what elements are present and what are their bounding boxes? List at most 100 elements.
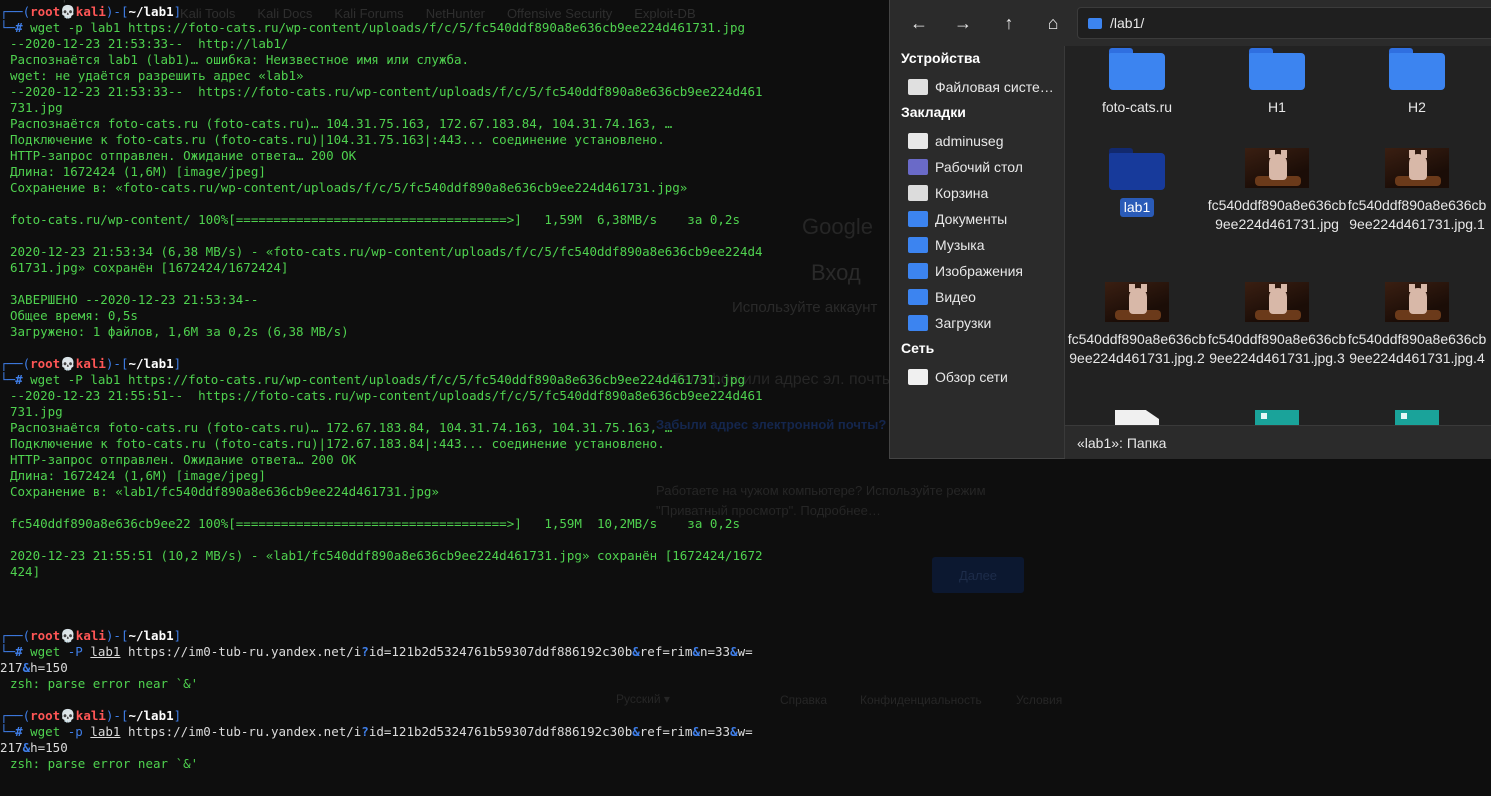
file-name: fc540ddf890a8e636cb9ee224d461731.jpg xyxy=(1207,196,1347,234)
sidebar-item-bookmark[interactable]: Загрузки xyxy=(908,312,1058,334)
prompt-user: root xyxy=(30,708,61,723)
file-item[interactable]: fc540ddf890a8e636cb9ee224d461731.jpg.2 xyxy=(1067,282,1207,368)
terminal-line: 61731.jpg» сохранён [1672424/1672424] xyxy=(10,260,288,276)
command-token: -p xyxy=(67,724,83,739)
file-grid[interactable]: foto-cats.ru H1 H2 lab1 fc540ddf890a8e636cb9… xyxy=(1065,46,1491,425)
sidebar-item-bookmark[interactable]: Видео xyxy=(908,286,1058,308)
command-token: & xyxy=(692,644,700,659)
output-text: Общее время: 0,5s xyxy=(10,308,138,323)
sidebar-item-label: Документы xyxy=(935,211,1008,227)
skull-icon: 💀 xyxy=(60,628,76,643)
sidebar-item-bookmark[interactable]: adminuseg xyxy=(908,130,1058,152)
terminal-line: 2020-12-23 21:53:34 (6,38 MB/s) - «foto-… xyxy=(10,244,763,260)
command-token: w= xyxy=(737,644,753,659)
sidebar-item-bookmark[interactable]: Корзина xyxy=(908,182,1058,204)
file-item[interactable]: fc540ddf890a8e636cb9ee224d461731.jpg.4 xyxy=(1347,282,1487,368)
image-thumbnail-icon xyxy=(1385,148,1449,188)
terminal-line: HTTP-запрос отправлен. Ожидание ответа… … xyxy=(10,452,356,468)
folder-item[interactable]: foto-cats.ru xyxy=(1067,48,1207,117)
sidebar-item-device[interactable]: Файловая систе… xyxy=(908,76,1058,98)
sidebar-item-label: Видео xyxy=(935,289,976,305)
status-text: «lab1»: Папка xyxy=(1077,434,1167,451)
sidebar-item-bookmark[interactable]: Документы xyxy=(908,208,1058,230)
command-token: w= xyxy=(737,724,753,739)
location-bar[interactable]: /lab1/ xyxy=(1077,7,1491,39)
file-item-partial[interactable] xyxy=(1347,410,1487,425)
command-token: id=121b2d5324761b59307ddf886192c30b xyxy=(368,644,633,659)
terminal-line: └─# wget -p lab1 https://foto-cats.ru/wp… xyxy=(0,20,745,36)
home-icon[interactable]: ⌂ xyxy=(1038,8,1068,38)
terminal-line: 424] xyxy=(10,564,40,580)
folder-icon xyxy=(1109,148,1165,190)
home-folder-icon xyxy=(908,133,928,149)
folder-item[interactable]: H2 xyxy=(1347,48,1487,117)
trash-icon xyxy=(908,185,928,201)
folder-icon xyxy=(1249,48,1305,90)
output-text: --2020-12-23 21:55:51-- https://foto-cat… xyxy=(10,388,763,403)
terminal-line: Длина: 1672424 (1,6M) [image/jpeg] xyxy=(10,468,266,484)
sidebar-item-bookmark[interactable]: Изображения xyxy=(908,260,1058,282)
prompt-user: root xyxy=(30,356,61,371)
terminal-line: ┌──(root💀kali)-[~/lab1] xyxy=(0,708,181,724)
prompt-hash: # xyxy=(15,372,31,387)
file-item[interactable]: fc540ddf890a8e636cb9ee224d461731.jpg.3 xyxy=(1207,282,1347,368)
sidebar-item-bookmark[interactable]: Музыка xyxy=(908,234,1058,256)
terminal-window[interactable]: zsh: parse error near `&' ┌──(root💀kali)-… xyxy=(0,0,890,796)
command-token: h=150 xyxy=(30,740,68,755)
output-text: --2020-12-23 21:53:33-- https://foto-cat… xyxy=(10,84,763,99)
command-token: & xyxy=(730,724,738,739)
folder-item[interactable]: H1 xyxy=(1207,48,1347,117)
output-text: HTTP-запрос отправлен. Ожидание ответа… … xyxy=(10,148,357,163)
sidebar-item-network[interactable]: Обзор сети xyxy=(908,366,1058,388)
up-arrow-icon[interactable]: ↑ xyxy=(994,8,1024,38)
terminal-line: --2020-12-23 21:53:33-- https://foto-cat… xyxy=(10,84,763,100)
file-name: fc540ddf890a8e636cb9ee224d461731.jpg.4 xyxy=(1347,330,1487,368)
command-token: ref=rim xyxy=(639,644,693,659)
terminal-line-text: zsh: parse error near `&' xyxy=(10,0,213,3)
prompt-corner: ┌──( xyxy=(0,4,31,19)
file-name: fc540ddf890a8e636cb9ee224d461731.jpg.1 xyxy=(1347,196,1487,234)
skull-icon: 💀 xyxy=(60,4,76,19)
command-token: & xyxy=(730,644,738,659)
file-name-text: fc540ddf890a8e636cb9ee224d461731.jpg.3 xyxy=(1207,331,1347,366)
forward-arrow-icon[interactable]: → xyxy=(948,8,978,38)
output-text: Длина: 1672424 (1,6M) [image/jpeg] xyxy=(10,164,266,179)
output-text: HTTP-запрос отправлен. Ожидание ответа… … xyxy=(10,452,357,467)
terminal-line: ЗАВЕРШЕНО --2020-12-23 21:53:34-- xyxy=(10,292,258,308)
prompt-corner: ┌──( xyxy=(0,628,31,643)
pictures-icon xyxy=(908,263,928,279)
file-item-partial[interactable] xyxy=(1207,410,1347,425)
skull-icon: 💀 xyxy=(60,356,76,371)
prompt-corner: └─ xyxy=(0,724,16,739)
sidebar-item-label: adminuseg xyxy=(935,133,1004,149)
terminal-line: Распознаётся foto-cats.ru (foto-cats.ru)… xyxy=(10,116,672,132)
sidebar-item-bookmark[interactable]: Рабочий стол xyxy=(908,156,1058,178)
output-text: zsh: parse error near `&' xyxy=(10,756,199,771)
file-name: lab1 xyxy=(1067,198,1207,217)
prompt-user: root xyxy=(30,4,61,19)
file-item[interactable]: fc540ddf890a8e636cb9ee224d461731.jpg.1 xyxy=(1347,148,1487,234)
file-name-text: fc540ddf890a8e636cb9ee224d461731.jpg xyxy=(1207,197,1347,232)
terminal-line: foto-cats.ru/wp-content/ 100%[==========… xyxy=(10,212,740,228)
prompt-close: ] xyxy=(173,708,182,723)
terminal-line: zsh: parse error near `&' xyxy=(10,676,198,692)
prompt-sep: )-[ xyxy=(105,4,129,19)
command-token: https://im0-tub-ru.yandex.net/i xyxy=(128,724,362,739)
command-text: wget -p lab1 https://foto-cats.ru/wp-con… xyxy=(30,20,746,35)
terminal-line: --2020-12-23 21:53:33-- http://lab1/ xyxy=(10,36,288,52)
terminal-line: Сохранение в: «foto-cats.ru/wp-content/u… xyxy=(10,180,687,196)
terminal-line: Длина: 1672424 (1,6M) [image/jpeg] xyxy=(10,164,266,180)
command-token: -P xyxy=(67,644,83,659)
file-manager-window[interactable]: ← → ↑ ⌂ /lab1/ Устройства Файловая систе…… xyxy=(889,0,1491,459)
terminal-line: fc540ddf890a8e636cb9ee22 100%[==========… xyxy=(10,516,740,532)
image-file-icon xyxy=(1255,410,1299,425)
output-text: zsh: parse error near `&' xyxy=(10,676,199,691)
file-item-partial[interactable] xyxy=(1067,410,1207,425)
folder-item[interactable]: lab1 xyxy=(1067,148,1207,217)
prompt-hash: # xyxy=(15,20,31,35)
terminal-line: Распознаётся lab1 (lab1)… ошибка: Неизве… xyxy=(10,52,469,68)
terminal-line: Загружено: 1 файлов, 1,6M за 0,2s (6,38 … xyxy=(10,324,349,340)
file-item[interactable]: fc540ddf890a8e636cb9ee224d461731.jpg xyxy=(1207,148,1347,234)
back-arrow-icon[interactable]: ← xyxy=(904,8,934,38)
file-name-text: fc540ddf890a8e636cb9ee224d461731.jpg.1 xyxy=(1347,197,1487,232)
